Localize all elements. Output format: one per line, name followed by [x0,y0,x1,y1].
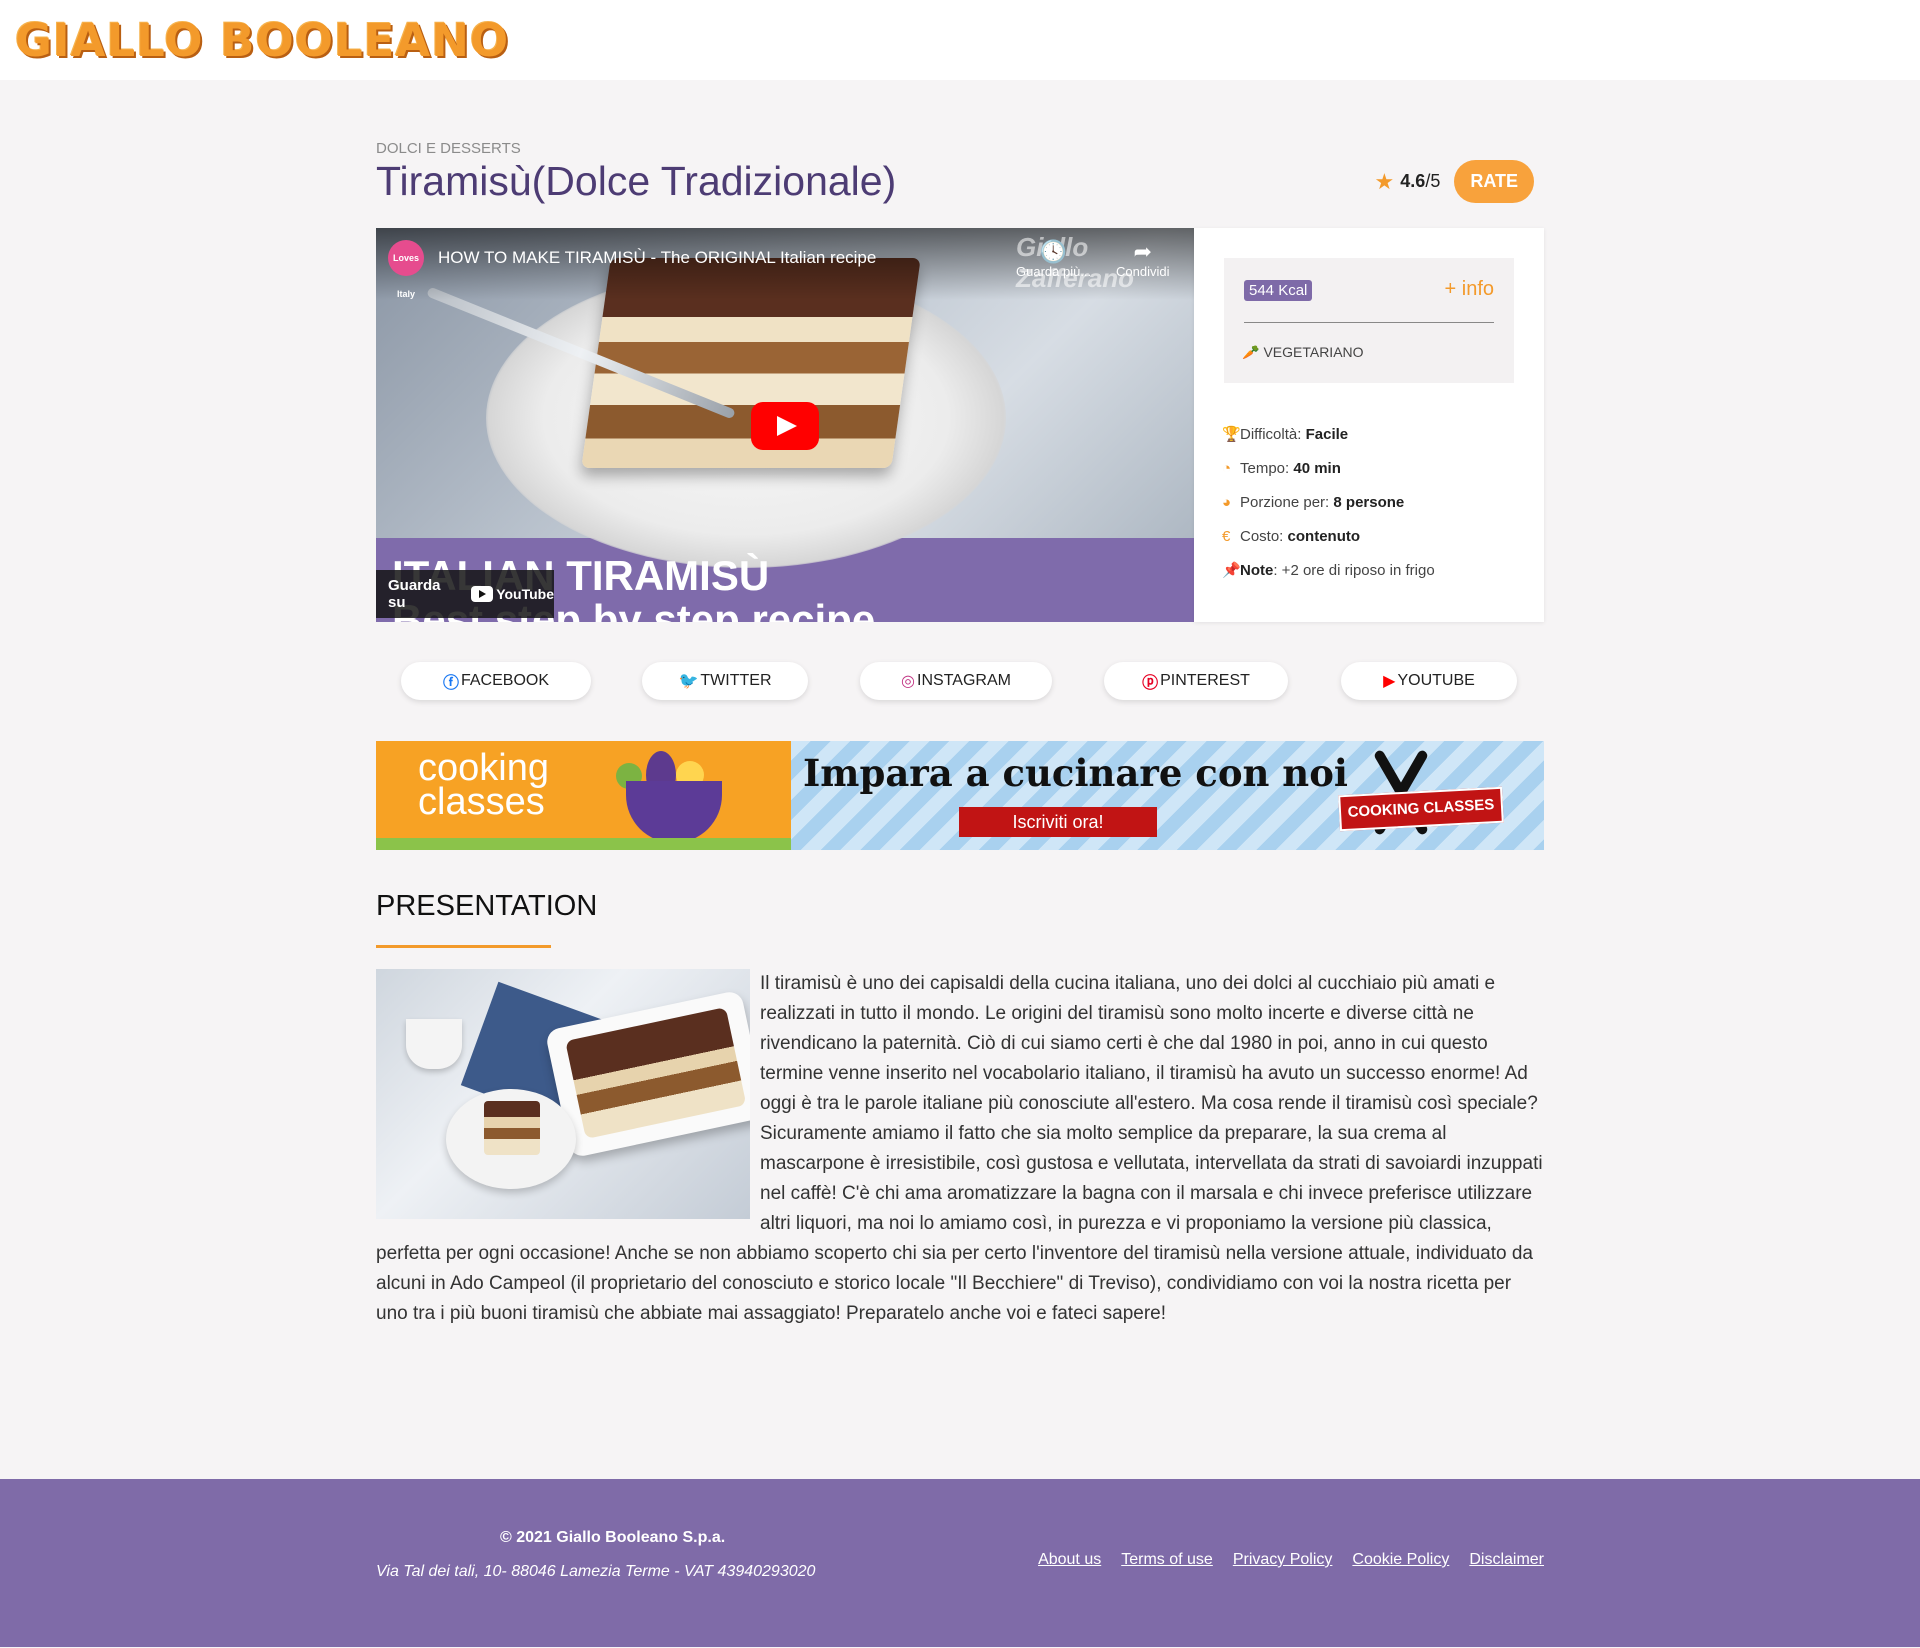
instagram-icon: ◎ [901,673,916,690]
stat-difficulty: 🏆Difficoltà: Facile [1222,418,1435,452]
watch-on-label: Guarda su [388,577,441,611]
diet-tag: 🥕 VEGETARIANO [1242,344,1364,361]
rate-button[interactable]: RATE [1454,160,1534,203]
youtube-button[interactable]: ▶ YOUTUBE [1341,662,1517,700]
rating-value: 4.6 [1400,171,1426,191]
heading-underline [376,945,551,948]
stat-label: Tempo: [1240,460,1294,477]
footer-link-about[interactable]: About us [1038,1551,1101,1569]
watch-later-action[interactable]: 🕓 Guarda più... [1016,239,1092,280]
social-label: YOUTUBE [1397,672,1475,689]
video-title[interactable]: HOW TO MAKE TIRAMISÙ - The ORIGINAL Ital… [438,248,876,268]
social-label: FACEBOOK [460,672,550,689]
stat-value: 40 min [1293,460,1341,477]
social-buttons: ⓕ FACEBOOK 🐦 TWITTER ◎ INSTAGRAM ⓟ PINTEREST… [376,662,1544,702]
social-label: INSTAGRAM [917,672,1011,689]
footer-link-cookie[interactable]: Cookie Policy [1352,1551,1449,1569]
watch-later-label: Guarda più... [1016,264,1092,279]
social-label: TWITTER [700,672,772,689]
youtube-icon [471,586,494,602]
footer-link-disclaimer[interactable]: Disclaimer [1469,1551,1544,1569]
recipe-info-panel: 544 Kcal + info 🥕 VEGETARIANO 🏆Difficoltà… [1194,228,1544,622]
recipe-stats: 🏆Difficoltà: Facile ◔ Tempo: 40 min ◕ Porz… [1222,418,1435,588]
image-float-spacer [376,969,760,1219]
share-action[interactable]: ➦ Condividi [1116,239,1170,280]
presentation-text-block: Il tiramisù è uno dei capisaldi della cu… [376,969,1544,1329]
stat-note: 📌Note: +2 ore di riposo in frigo [1222,554,1435,588]
stat-time: ◔ Tempo: 40 min [1222,452,1435,486]
youtube-wordmark: YouTube [496,586,554,602]
banner-left: cooking classes [376,741,791,850]
pinterest-button[interactable]: ⓟ PINTEREST [1104,662,1288,700]
pinterest-icon: ⓟ [1142,675,1159,692]
nutrition-box: 544 Kcal + info 🥕 VEGETARIANO [1224,258,1514,383]
kcal-badge: 544 Kcal [1244,280,1313,301]
footer-link-privacy[interactable]: Privacy Policy [1233,1551,1333,1569]
twitter-icon: 🐦 [678,673,699,690]
pie-icon: ◕ [1222,494,1232,511]
recipe-title: Tiramisù(Dolce Tradizionale) [376,158,897,204]
rating-block: ★ 4.6 /5 RATE [1375,160,1534,203]
social-label: PINTEREST [1160,672,1250,689]
youtube-icon: ▶ [1383,673,1396,690]
footer: © 2021 Giallo Booleano S.p.a. Via Tal de… [0,1479,1920,1647]
divider [1244,322,1494,323]
top-bar: GIALLO BOOLEANO [0,0,1920,80]
footer-links: About us Terms of use Privacy Policy Coo… [1038,1551,1544,1569]
rating-max: /5 [1425,171,1441,191]
banner-green-stripe [376,838,791,850]
instagram-button[interactable]: ◎ INSTAGRAM [860,662,1052,700]
star-icon: ★ [1374,168,1395,194]
stat-cost: € Costo: contenuto [1222,520,1435,554]
diet-label: VEGETARIANO [1263,344,1364,360]
watch-on-youtube[interactable]: Guarda su YouTube [376,570,554,618]
trophy-icon: 🏆 [1222,426,1241,443]
pin-icon: 📌 [1222,562,1241,579]
facebook-icon: ⓕ [442,675,459,692]
carrot-icon: 🥕 [1242,344,1260,360]
youtube-logo: YouTube [471,586,554,602]
subscribe-button[interactable]: Iscriviti ora! [959,807,1157,837]
footer-link-terms[interactable]: Terms of use [1121,1551,1213,1569]
colander-icon [626,781,722,843]
recipe-category[interactable]: DOLCI E DESSERTS [376,140,521,157]
twitter-button[interactable]: 🐦 TWITTER [642,662,808,700]
stat-label: Difficoltà: [1240,426,1306,443]
cooking-classes-ribbon: COOKING CLASSES [1338,786,1504,832]
share-label: Condividi [1116,264,1170,279]
banner-classes-word: classes [418,781,545,823]
note-label: Note [1240,562,1274,579]
video-player[interactable]: Giallo Zafferano Loves Italy HOW TO MAKE… [376,228,1194,622]
banner-right: Impara a cucinare con noi Iscriviti ora!… [791,741,1544,850]
stat-servings: ◕ Porzione per: 8 persone [1222,486,1435,520]
stat-value: contenuto [1287,528,1361,545]
presentation-heading: PRESENTATION [376,890,598,922]
clock-icon: 🕓 [1039,239,1068,264]
channel-avatar[interactable]: Loves Italy [388,240,424,299]
site-logo[interactable]: GIALLO BOOLEANO [15,14,509,67]
play-button[interactable] [751,402,819,450]
stat-label: Costo: [1240,528,1288,545]
banner-cooking-word: cooking [418,747,549,789]
company-address: Via Tal dei tali, 10- 88046 Lamezia Term… [376,1563,816,1580]
clock-icon: ◔ [1222,460,1232,477]
more-info-link[interactable]: + info [1445,278,1494,301]
facebook-button[interactable]: ⓕ FACEBOOK [401,662,591,700]
stat-label: Porzione per: [1240,494,1334,511]
copyright: © 2021 Giallo Booleano S.p.a. [500,1529,726,1546]
banner-headline: Impara a cucinare con noi [803,751,1348,795]
note-text: : +2 ore di riposo in frigo [1273,562,1435,579]
banner-cooking-classes-text: cooking classes [418,747,549,823]
share-icon: ➦ [1133,239,1152,264]
stat-value: Facile [1305,426,1349,443]
euro-icon: € [1222,528,1231,545]
cooking-classes-banner[interactable]: cooking classes Impara a cucinare con no… [376,741,1544,850]
stat-value: 8 persone [1333,494,1405,511]
